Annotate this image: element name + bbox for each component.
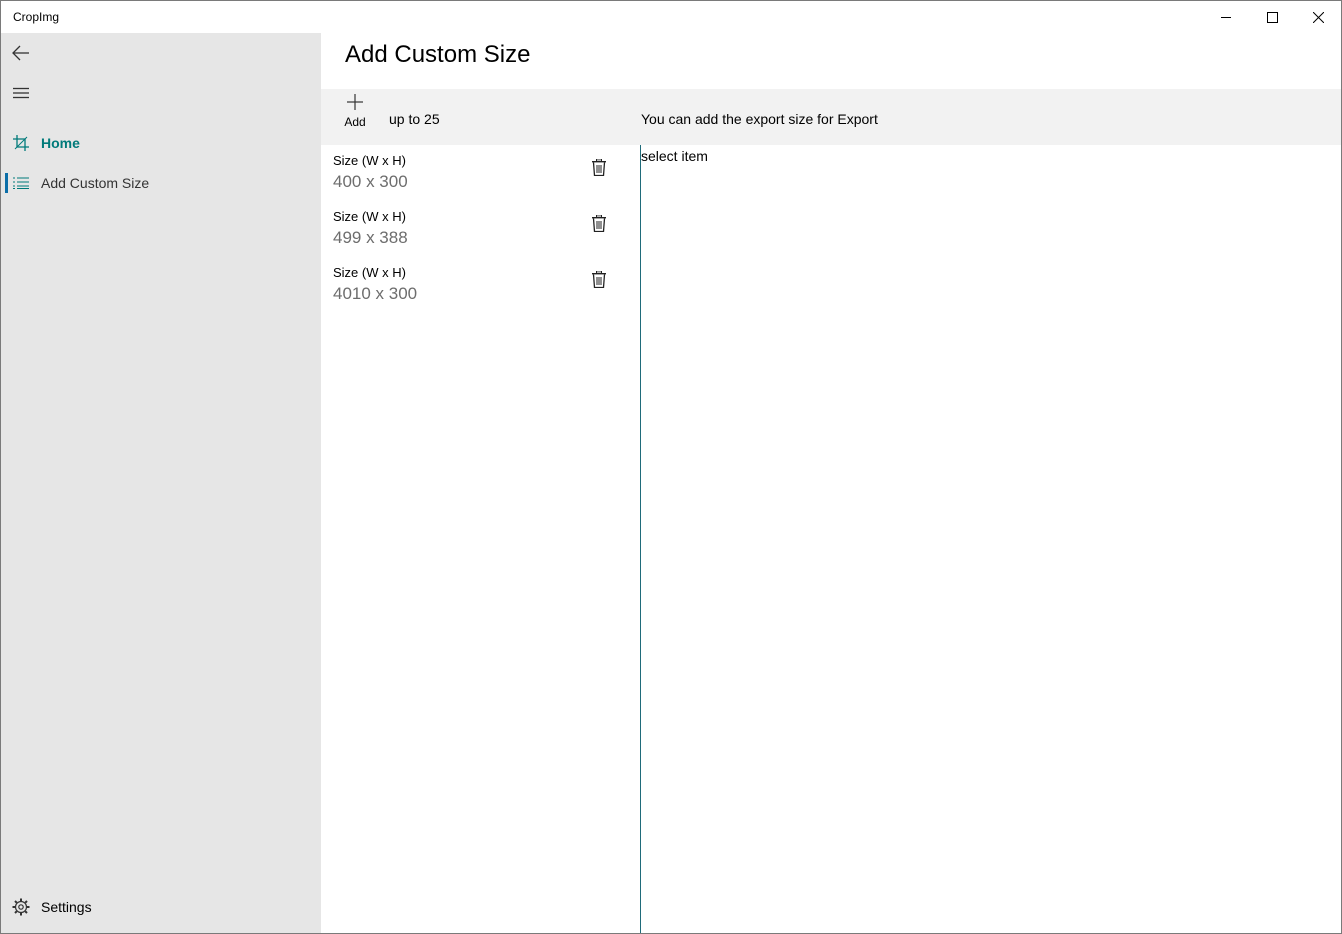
hint-text: You can add the export size for Export: [641, 111, 878, 127]
nav-item-label: Add Custom Size: [41, 175, 150, 191]
minimize-icon: [1221, 17, 1231, 18]
nav-item-settings[interactable]: Settings: [1, 887, 321, 927]
navigation-pane: Home Add Custom Size Settings: [1, 33, 321, 933]
app-title: CropImg: [13, 10, 60, 24]
settings-label: Settings: [41, 899, 92, 915]
crop-icon: [1, 135, 41, 151]
hamburger-menu-icon: [13, 87, 29, 99]
delete-icon[interactable]: [589, 269, 609, 289]
list-item[interactable]: Size (W x H) 4010 x 300: [321, 257, 641, 313]
delete-icon[interactable]: [589, 213, 609, 233]
nav-item-add-custom-size[interactable]: Add Custom Size: [1, 163, 321, 203]
detail-placeholder-text: select item: [641, 148, 708, 164]
main-content: Add Custom Size Add up to 25 You can add…: [321, 33, 1341, 933]
detail-divider: [640, 145, 641, 933]
size-list: Size (W x H) 400 x 300 Size (W x H) 499 …: [321, 145, 641, 313]
size-value: 4010 x 300: [333, 284, 418, 303]
add-button[interactable]: Add: [333, 93, 377, 141]
minimize-button[interactable]: [1203, 1, 1249, 33]
maximize-button[interactable]: [1249, 1, 1295, 33]
size-limit-text: up to 25: [389, 111, 440, 127]
plus-icon: [347, 94, 363, 110]
back-button[interactable]: [1, 33, 41, 73]
maximize-icon: [1266, 11, 1278, 23]
back-arrow-icon: [12, 45, 29, 61]
command-bar: Add up to 25 You can add the export size…: [321, 89, 1341, 145]
size-caption: Size (W x H): [333, 153, 406, 168]
page-title: Add Custom Size: [345, 41, 531, 68]
size-caption: Size (W x H): [333, 265, 406, 280]
close-icon: [1312, 11, 1324, 23]
list-item[interactable]: Size (W x H) 499 x 388: [321, 201, 641, 257]
app-window: CropImg Home Add Custom Size Settings Ad…: [0, 0, 1342, 934]
add-button-label: Add: [344, 115, 366, 129]
gear-icon: [1, 898, 41, 916]
nav-item-home[interactable]: Home: [1, 123, 321, 163]
menu-toggle-button[interactable]: [1, 73, 41, 113]
size-caption: Size (W x H): [333, 209, 406, 224]
title-bar[interactable]: CropImg: [1, 1, 1341, 33]
size-value: 499 x 388: [333, 228, 408, 247]
delete-icon[interactable]: [589, 157, 609, 177]
size-value: 400 x 300: [333, 172, 408, 191]
close-button[interactable]: [1295, 1, 1341, 33]
nav-item-label: Home: [41, 135, 80, 151]
selection-indicator: [5, 173, 8, 193]
list-item[interactable]: Size (W x H) 400 x 300: [321, 145, 641, 201]
